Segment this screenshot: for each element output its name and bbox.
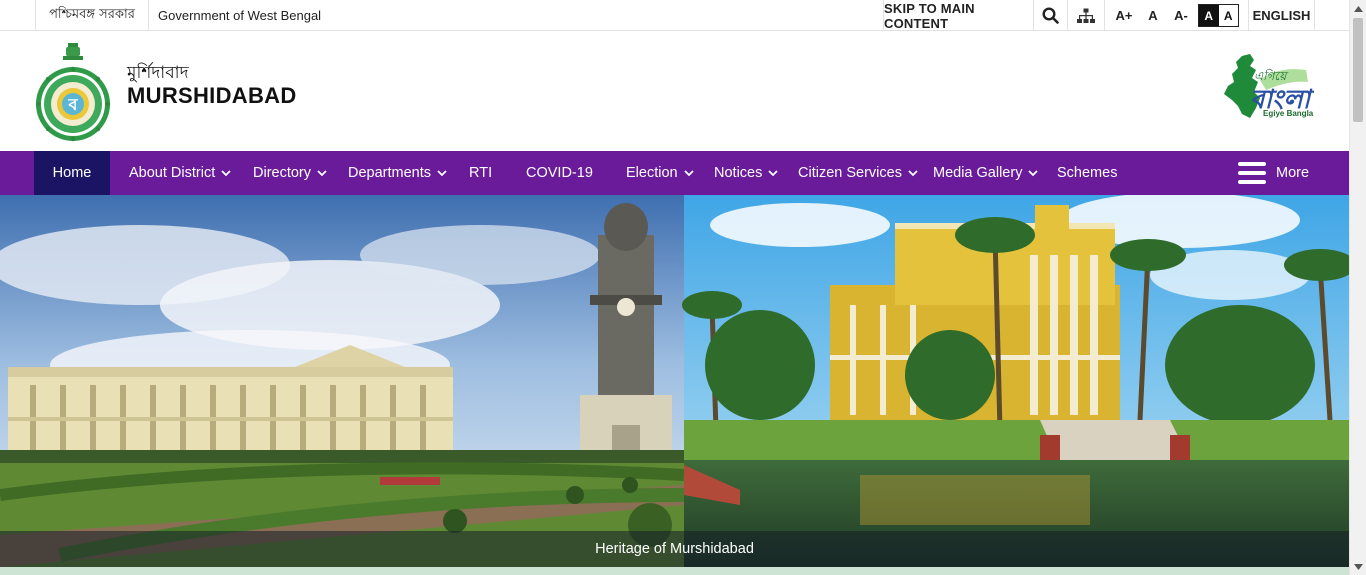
chevron-down-icon: [437, 170, 447, 177]
language-selector[interactable]: ENGLISH: [1248, 0, 1315, 31]
search-button[interactable]: [1034, 0, 1068, 31]
chevron-down-icon: [221, 170, 231, 177]
chevron-down-icon: [908, 170, 918, 177]
chevron-down-icon: [317, 170, 327, 177]
nav-more-button[interactable]: More: [1238, 151, 1309, 195]
nav-item-election[interactable]: Election: [626, 151, 695, 195]
svg-text:এগিয়ে: এগিয়ে: [1254, 68, 1289, 83]
nav-item-label: Departments: [348, 165, 432, 181]
hero-banner[interactable]: Heritage of Murshidabad: [0, 195, 1349, 567]
search-icon: [1042, 7, 1059, 24]
chevron-down-icon: [683, 170, 694, 177]
chevron-down-icon: [768, 170, 778, 177]
section-divider: [0, 567, 1349, 575]
scrollbar-thumb[interactable]: [1353, 18, 1363, 122]
chevron-down-icon: [1028, 170, 1039, 177]
vertical-scrollbar[interactable]: [1349, 0, 1366, 575]
nav-item-notices[interactable]: Notices: [714, 151, 779, 195]
font-normal-button[interactable]: A: [1141, 0, 1165, 31]
nav-item-label: Home: [52, 165, 92, 181]
nav-more-label: More: [1276, 165, 1310, 181]
nav-item-label: Schemes: [1057, 165, 1118, 181]
nav-item-directory[interactable]: Directory: [253, 151, 328, 195]
state-name-bengali: পশ্চিমবঙ্গ সরকার: [35, 0, 149, 31]
sitemap-icon: [1077, 8, 1095, 23]
partner-logo-caption: Egiye Bangla: [1263, 109, 1314, 118]
skip-to-main-content-link[interactable]: SKIP TO MAIN CONTENT: [883, 0, 1034, 31]
svg-text:ব: ব: [68, 95, 79, 114]
nav-item-label: Notices: [714, 165, 763, 181]
banner-image: [0, 195, 1349, 567]
nav-item-label: Directory: [253, 165, 312, 181]
font-increase-button[interactable]: A+: [1110, 0, 1138, 31]
contrast-dark-button[interactable]: A: [1199, 5, 1219, 26]
utility-bar: পশ্চিমবঙ্গ সরকার Government of West Beng…: [0, 0, 1349, 31]
site-header: ব মুর্শিদাবাদ MURSHIDABAD এগিয়ে বাংলা E…: [0, 32, 1349, 151]
district-name-english[interactable]: MURSHIDABAD: [127, 83, 297, 109]
main-navigation: Home About District Directory Department…: [0, 151, 1349, 195]
nav-item-label: Citizen Services: [798, 165, 902, 181]
scroll-down-arrow-icon[interactable]: [1350, 558, 1366, 575]
contrast-toggle: A A: [1198, 4, 1239, 27]
west-bengal-emblem-icon[interactable]: ব: [35, 41, 111, 142]
nav-item-citizen-services[interactable]: Citizen Services: [798, 151, 919, 195]
contrast-light-button[interactable]: A: [1218, 5, 1238, 26]
government-name: Government of West Bengal: [158, 8, 322, 23]
nav-item-label: Election: [626, 165, 678, 181]
scroll-up-arrow-icon[interactable]: [1350, 0, 1366, 17]
nav-item-rti[interactable]: RTI: [469, 151, 492, 195]
nav-item-label: About District: [129, 165, 216, 181]
nav-item-covid-19[interactable]: COVID-19: [526, 151, 593, 195]
nav-item-home[interactable]: Home: [34, 151, 110, 195]
nav-item-schemes[interactable]: Schemes: [1057, 151, 1117, 195]
nav-item-media-gallery[interactable]: Media Gallery: [933, 151, 1039, 195]
banner-caption: Heritage of Murshidabad: [0, 531, 1349, 567]
nav-item-label: RTI: [469, 165, 493, 181]
nav-item-departments[interactable]: Departments: [348, 151, 448, 195]
hamburger-menu-icon: [1238, 162, 1266, 184]
sitemap-button[interactable]: [1068, 0, 1105, 31]
nav-item-label: COVID-19: [526, 165, 593, 181]
nav-item-about-district[interactable]: About District: [129, 151, 232, 195]
nav-item-label: Media Gallery: [933, 165, 1023, 181]
font-decrease-button[interactable]: A-: [1167, 0, 1195, 31]
